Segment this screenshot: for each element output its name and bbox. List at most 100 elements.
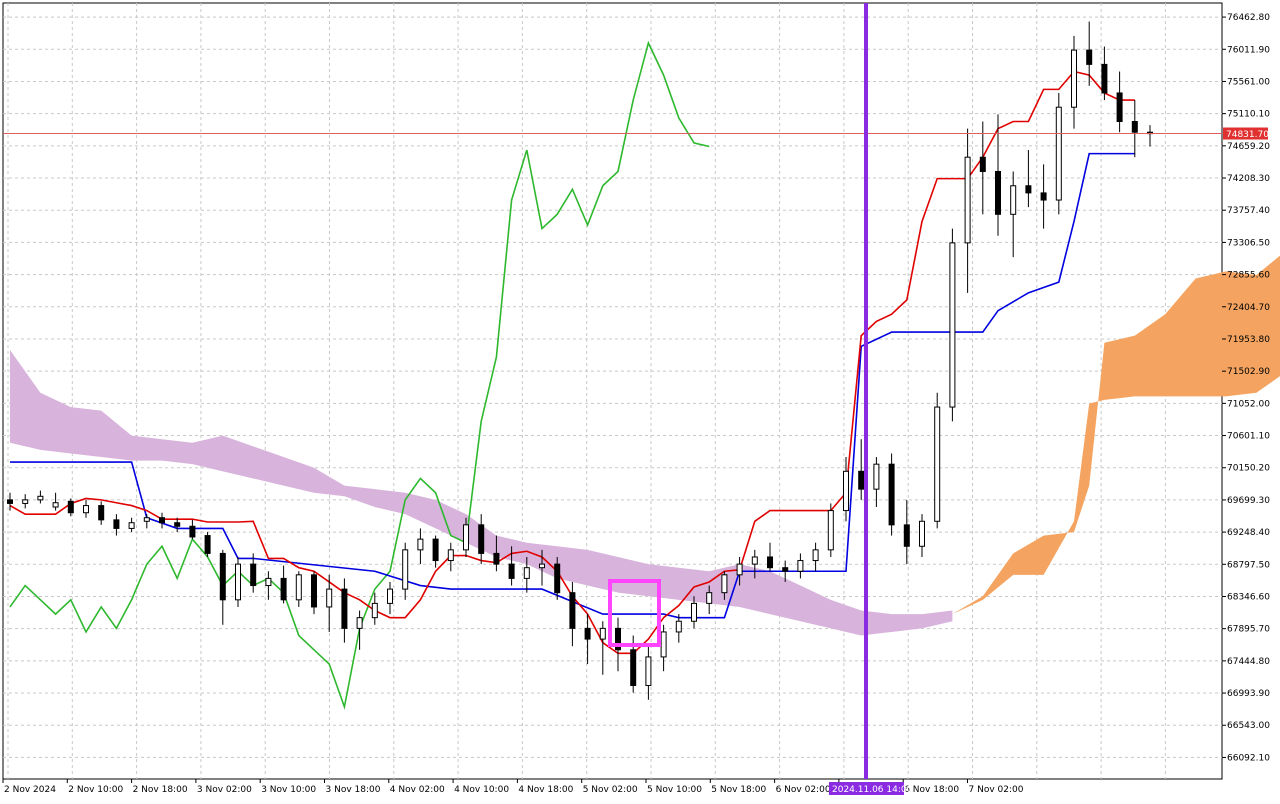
candle-bearish [554, 563, 561, 594]
candle-bullish [721, 574, 728, 594]
candle-bearish [493, 552, 500, 565]
candle-bullish [402, 549, 409, 590]
candle-bearish [508, 563, 515, 579]
candle-bearish [98, 505, 105, 521]
candle-bullish [675, 620, 682, 633]
candle-bullish [645, 656, 652, 686]
x-tick-label: 5 Nov 10:00 [647, 785, 702, 795]
y-tick-label: 66993.90 [1227, 689, 1270, 699]
x-tick-label: 4 Nov 18:00 [518, 785, 573, 795]
candle-bullish [706, 592, 713, 604]
y-tick-label: 72404.70 [1227, 303, 1270, 313]
candle-bullish [52, 502, 59, 508]
y-tick-label: 73306.50 [1227, 238, 1270, 248]
candle-bullish [539, 563, 545, 569]
candle-bearish [432, 538, 439, 562]
y-tick-label: 67895.70 [1227, 625, 1270, 635]
candle-bearish [113, 519, 120, 529]
candle-bullish [83, 505, 89, 514]
candle-bearish [782, 567, 789, 572]
candle-bearish [858, 470, 865, 490]
candle-bullish [22, 499, 29, 504]
candle-bullish [964, 156, 971, 244]
candle-bearish [903, 524, 910, 547]
candle-bearish [311, 574, 317, 608]
candle-bearish [1040, 192, 1047, 201]
ichimoku-chart[interactable]: 76462.80 76011.90 75561.00 75110.10 74659.20… [0, 0, 1280, 800]
time-axis[interactable]: 2 Nov 2024 2 Nov 10:00 2 Nov 18:00 3 Nov 02… [2, 779, 1024, 795]
candle-bearish [189, 525, 196, 538]
x-tick-label: 6 Nov 02:00 [776, 785, 831, 795]
candle-bearish [888, 463, 895, 526]
y-tick-label: 74208.30 [1227, 174, 1270, 184]
candle-bullish [1055, 106, 1062, 201]
y-tick-label: 71052.00 [1227, 399, 1270, 409]
y-tick-label: 76462.80 [1227, 13, 1270, 23]
candle-bearish [1025, 185, 1032, 194]
chart-area[interactable]: 76462.80 76011.90 75561.00 75110.10 74659.20… [0, 0, 1280, 800]
candle-bearish [1086, 49, 1093, 65]
x-tick-label: 5 Nov 18:00 [711, 785, 766, 795]
x-tick-label: 2 Nov 2024 [4, 785, 56, 795]
candle-bullish [371, 602, 378, 619]
candle-bearish [280, 577, 287, 601]
candle-bearish [979, 156, 986, 172]
y-tick-label: 68346.60 [1227, 592, 1270, 602]
candle-bullish [827, 510, 834, 551]
y-tick-label: 70601.10 [1227, 432, 1270, 442]
cursor-time-label: 2024.11.06 14:00 [832, 785, 913, 795]
candle-bullish [356, 617, 363, 629]
candle-bullish [873, 463, 880, 490]
candle-bearish [159, 517, 165, 524]
y-tick-label: 67444.80 [1227, 657, 1270, 667]
y-tick-label: 71953.80 [1227, 335, 1270, 345]
current-price-label: 74831.70 [1226, 130, 1269, 140]
candle-bullish [143, 517, 150, 522]
y-tick-label: 66092.10 [1227, 753, 1270, 763]
candle-bearish [7, 499, 13, 504]
candle-bearish [67, 500, 74, 514]
candle-bearish [174, 522, 181, 527]
candle-bullish [387, 588, 393, 604]
y-tick-label: 72855.60 [1227, 271, 1270, 281]
candle-bullish [235, 563, 241, 601]
plot-frame [2, 2, 1223, 780]
x-tick-label: 3 Nov 18:00 [326, 785, 381, 795]
candle-bullish [128, 522, 135, 529]
candle-bullish [326, 588, 333, 608]
candle-bullish [1010, 185, 1017, 215]
candle-bullish [691, 602, 697, 622]
candle-bearish [767, 556, 773, 569]
candle-bullish [736, 563, 743, 576]
candle-bullish [1071, 49, 1077, 108]
candle-bullish [37, 495, 44, 501]
candle-bullish [447, 549, 454, 562]
y-tick-label: 71502.90 [1227, 367, 1270, 377]
candle-bearish [219, 552, 226, 601]
x-tick-label: 4 Nov 10:00 [454, 785, 509, 795]
candle-bullish [599, 627, 606, 640]
y-tick-label: 69699.30 [1227, 496, 1270, 506]
y-tick-label: 69248.40 [1227, 528, 1270, 538]
candle-bullish [843, 470, 849, 512]
x-tick-label: 3 Nov 02:00 [197, 785, 252, 795]
x-tick-label: 5 Nov 02:00 [583, 785, 638, 795]
candle-bullish [919, 520, 925, 547]
y-tick-label: 73757.40 [1227, 206, 1270, 216]
candle-bullish [295, 574, 302, 601]
candle-bearish [569, 592, 576, 629]
candle-bearish [204, 535, 211, 554]
candle-bearish [995, 170, 1001, 215]
x-tick-label: 3 Nov 10:00 [261, 785, 316, 795]
candle-bearish [478, 524, 485, 554]
y-tick-label: 70150.20 [1227, 464, 1270, 474]
x-tick-label: 7 Nov 02:00 [969, 785, 1024, 795]
x-tick-label: 4 Nov 02:00 [390, 785, 445, 795]
candle-bearish [1131, 121, 1138, 133]
y-tick-label: 66543.00 [1227, 721, 1270, 731]
y-tick-label: 68797.50 [1227, 560, 1270, 570]
y-tick-label: 75110.10 [1227, 110, 1270, 120]
candle-bullish [660, 631, 667, 658]
x-tick-label: 2 Nov 18:00 [133, 785, 188, 795]
y-tick-label: 74659.20 [1227, 142, 1270, 152]
